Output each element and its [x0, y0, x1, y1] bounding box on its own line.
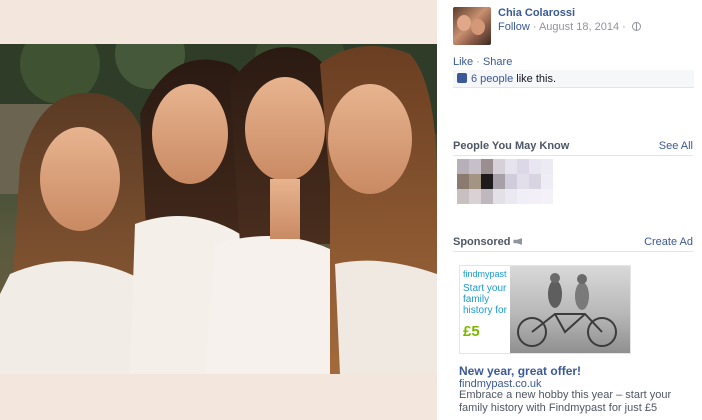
- share-link[interactable]: Share: [483, 56, 512, 68]
- post-photo[interactable]: [0, 44, 437, 374]
- post-meta: Follow · August 18, 2014 ·: [498, 21, 641, 33]
- ad-image-tagline: Start your family history for: [463, 283, 507, 316]
- photo-stage: [0, 0, 437, 420]
- tandem-bicycle-photo: [510, 266, 630, 353]
- pymk-header: People You May Know See All: [453, 140, 693, 156]
- likes-suffix: like this.: [513, 73, 557, 85]
- sponsored-title-text: Sponsored: [453, 236, 511, 248]
- ad-image[interactable]: findmypast Start your family history for…: [459, 265, 631, 354]
- meta-separator: ·: [529, 21, 539, 33]
- like-link[interactable]: Like: [453, 56, 473, 68]
- ad-headline-link[interactable]: New year, great offer!: [459, 364, 581, 378]
- meta-separator-2: ·: [619, 21, 629, 33]
- ad-image-price: £5: [463, 323, 480, 340]
- photo-illustration: [0, 44, 437, 374]
- sponsored-header: Sponsored Create Ad: [453, 236, 693, 252]
- author-name-link[interactable]: Chia Colarossi: [498, 7, 575, 19]
- author-avatar[interactable]: [453, 7, 491, 45]
- post-author-block: Chia Colarossi Follow · August 18, 2014 …: [453, 7, 693, 47]
- action-separator: ·: [473, 56, 483, 68]
- sponsored-title: Sponsored: [453, 236, 523, 248]
- megaphone-icon: [513, 238, 523, 245]
- ad-body-text: Embrace a new hobby this year – start yo…: [459, 389, 672, 414]
- ad-brand-logo: findmypast: [463, 269, 507, 279]
- likes-count-link[interactable]: 6 people: [471, 73, 513, 85]
- post-date-link[interactable]: August 18, 2014: [539, 21, 619, 33]
- ad-image-text-panel: findmypast Start your family history for…: [460, 266, 510, 353]
- thumbs-up-icon: [457, 73, 467, 83]
- see-all-link[interactable]: See All: [659, 140, 693, 152]
- tandem-bicycle-illustration: [517, 273, 617, 347]
- pymk-title: People You May Know: [453, 140, 570, 152]
- pymk-blurred-list[interactable]: [457, 159, 575, 205]
- post-sidebar: Chia Colarossi Follow · August 18, 2014 …: [437, 0, 702, 420]
- follow-link[interactable]: Follow: [498, 21, 530, 33]
- likes-summary: 6 people like this.: [453, 70, 694, 88]
- create-ad-link[interactable]: Create Ad: [644, 236, 693, 248]
- globe-icon[interactable]: [631, 22, 641, 31]
- post-actions: Like · Share: [453, 56, 512, 68]
